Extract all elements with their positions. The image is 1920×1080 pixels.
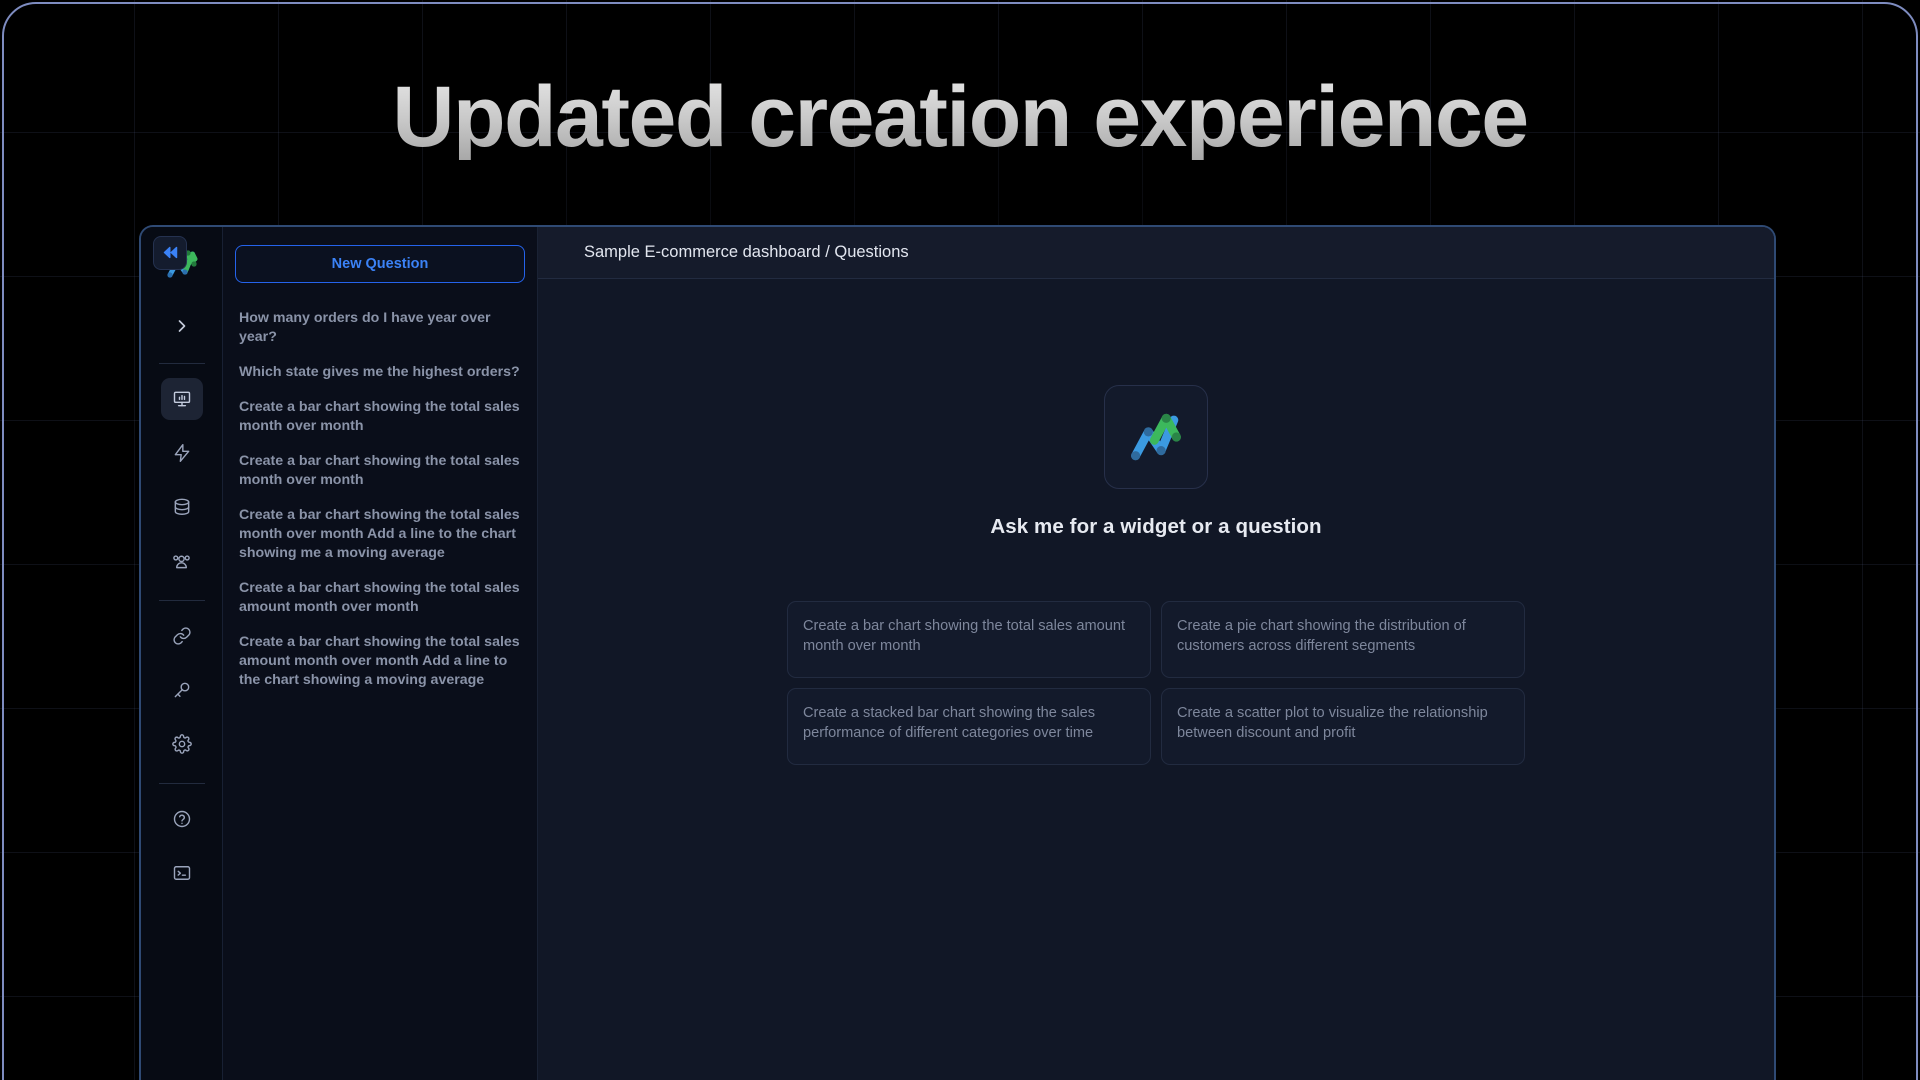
list-item[interactable]: How many orders do I have year over year…: [233, 301, 527, 355]
app-logo-icon: [1104, 385, 1208, 489]
canvas: Ask me for a widget or a question Create…: [538, 279, 1774, 1080]
questions-panel: New Question How many orders do I have y…: [223, 227, 538, 1080]
rail-divider-top: [158, 363, 205, 364]
chevron-right-icon[interactable]: [161, 305, 203, 347]
rewind-collapse-icon[interactable]: [153, 235, 187, 270]
sidebar-item-connections[interactable]: [161, 615, 203, 657]
question-list[interactable]: How many orders do I have year over year…: [223, 293, 537, 1080]
list-item[interactable]: Create a bar chart showing the total sal…: [233, 390, 527, 444]
suggestion-card[interactable]: Create a bar chart showing the total sal…: [787, 601, 1151, 678]
suggestion-card[interactable]: Create a scatter plot to visualize the r…: [1161, 688, 1525, 765]
app-window: New Question How many orders do I have y…: [139, 225, 1776, 1080]
main-area: Sample E-commerce dashboard / Questions: [153, 227, 1774, 1080]
list-item[interactable]: Which state gives me the highest orders?: [233, 355, 527, 390]
suggestion-grid: Create a bar chart showing the total sal…: [787, 601, 1525, 765]
sidebar-item-data[interactable]: [161, 486, 203, 528]
sidebar-item-help[interactable]: [161, 798, 203, 840]
suggestion-card[interactable]: Create a stacked bar chart showing the s…: [787, 688, 1151, 765]
list-item[interactable]: Create a bar chart showing the total sal…: [233, 444, 527, 498]
rail-divider-mid: [158, 600, 205, 601]
sidebar-item-terminal[interactable]: [161, 852, 203, 894]
sidebar-item-dashboard[interactable]: [160, 378, 203, 420]
rail-divider-bottom: [158, 783, 205, 784]
suggestion-card[interactable]: Create a pie chart showing the distribut…: [1161, 601, 1525, 678]
breadcrumb: Sample E-commerce dashboard / Questions: [584, 243, 909, 261]
page-title: Updated creation experience: [0, 74, 1920, 160]
list-item[interactable]: Create a bar chart showing the total sal…: [233, 498, 527, 571]
screenshot-stage: Updated creation experience New Question…: [0, 0, 1920, 1080]
list-item[interactable]: Create a bar chart showing the total sal…: [233, 625, 527, 698]
list-item[interactable]: Create a bar chart showing the total sal…: [233, 571, 527, 625]
sidebar-item-api-keys[interactable]: [161, 669, 203, 711]
sidebar-item-users[interactable]: [161, 540, 203, 582]
ask-headline: Ask me for a widget or a question: [990, 515, 1322, 538]
sidebar-item-settings[interactable]: [161, 723, 203, 765]
sidebar-item-automations[interactable]: [161, 432, 203, 474]
new-question-button[interactable]: New Question: [235, 245, 525, 283]
icon-rail: [141, 227, 223, 1080]
topbar: Sample E-commerce dashboard / Questions: [153, 227, 1774, 279]
